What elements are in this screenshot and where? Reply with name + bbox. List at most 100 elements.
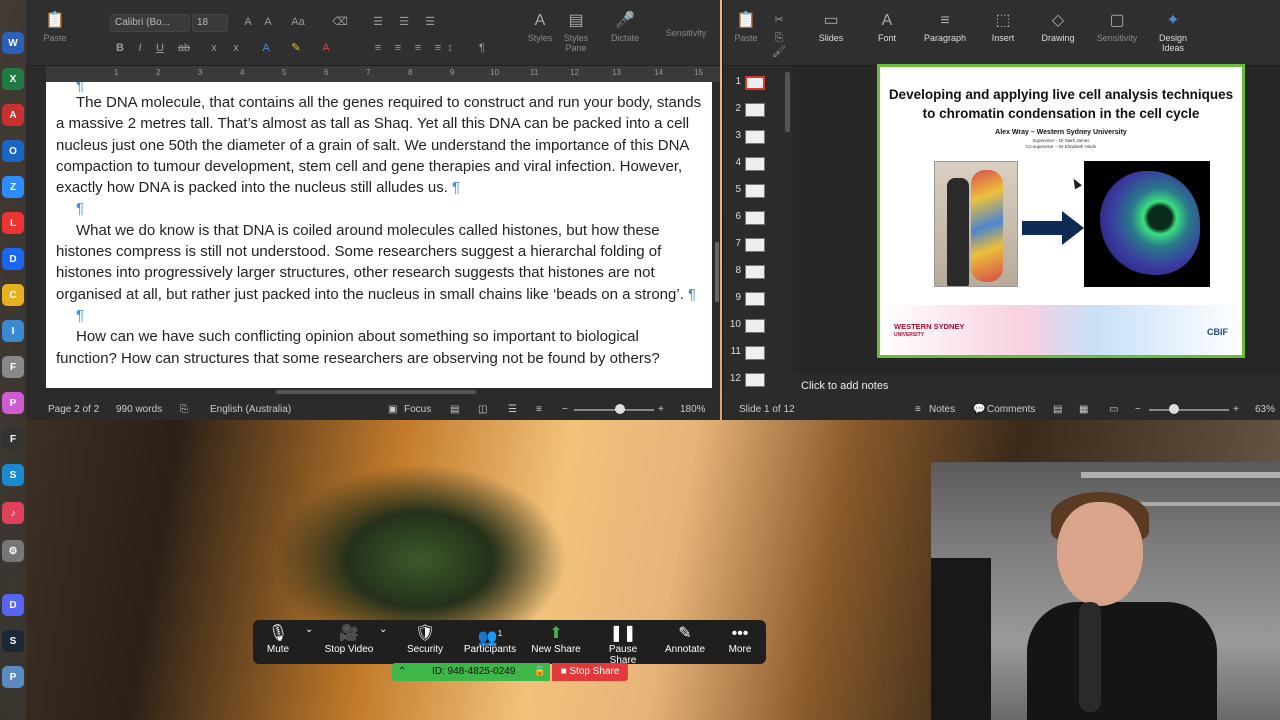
- comments-button[interactable]: Comments: [987, 404, 1035, 415]
- strikethrough-button[interactable]: ab: [176, 40, 192, 56]
- grow-font-button[interactable]: A: [240, 14, 256, 30]
- security-button[interactable]: 🛡 Security: [405, 624, 445, 655]
- font-button[interactable]: A Font: [869, 12, 905, 43]
- scroll-thumb[interactable]: [715, 242, 719, 302]
- more-button[interactable]: ••• More: [725, 624, 755, 655]
- insert-button[interactable]: ⬚ Insert: [985, 12, 1021, 43]
- text-effects-button[interactable]: A: [258, 40, 274, 56]
- styles-button[interactable]: A Styles: [524, 12, 556, 43]
- slide-thumbnail[interactable]: [745, 373, 765, 387]
- audio-options-chevron-icon[interactable]: ⌄: [305, 624, 313, 635]
- excel-dock-icon[interactable]: X: [2, 68, 24, 90]
- meeting-id[interactable]: ⌃ ID: 948-4825-0249 🔒: [392, 663, 550, 681]
- imagej-dock-icon[interactable]: I: [2, 320, 24, 342]
- align-left-button[interactable]: ≡: [370, 40, 386, 56]
- slide-thumbnail[interactable]: [745, 292, 765, 306]
- arrow-shape[interactable]: [1022, 221, 1064, 235]
- web-layout-icon[interactable]: ◫: [478, 404, 487, 415]
- final-cut-dock-icon[interactable]: F: [2, 428, 24, 450]
- numbering-button[interactable]: ☰: [396, 14, 412, 30]
- sort-button[interactable]: ↕: [442, 40, 458, 56]
- notes-button[interactable]: Notes: [929, 404, 955, 415]
- horizontal-ruler[interactable]: 1 2 3 4 5 6 7 8 9 10 11 12 13 14 15: [46, 66, 720, 82]
- discord-dock-icon[interactable]: D: [2, 594, 24, 616]
- notes-placeholder[interactable]: Click to add notes: [801, 380, 888, 392]
- zoom-out-icon[interactable]: −: [562, 404, 568, 415]
- zoom-in-icon[interactable]: +: [658, 404, 664, 415]
- slide-thumbnail[interactable]: [745, 184, 765, 198]
- slide-thumbnail[interactable]: [745, 265, 765, 279]
- slide-editor[interactable]: Developing and applying live cell analys…: [793, 64, 1280, 374]
- language[interactable]: English (Australia): [210, 404, 291, 415]
- slide-thumbnail[interactable]: [745, 157, 765, 171]
- bold-button[interactable]: B: [112, 40, 128, 56]
- paragraph-1[interactable]: The DNA molecule, that contains all the …: [56, 92, 702, 198]
- slide-supervisors[interactable]: Supervisor – Dr Mark James Co-supervisor…: [880, 138, 1242, 150]
- normal-view-icon[interactable]: ▤: [1053, 404, 1062, 415]
- proofing-icon[interactable]: ⎘: [180, 404, 188, 415]
- styles-pane-button[interactable]: ▤ Styles Pane: [560, 12, 592, 53]
- underline-button[interactable]: U: [152, 40, 168, 56]
- zoom-in-icon[interactable]: +: [1233, 404, 1239, 415]
- pause-share-button[interactable]: ❚❚ Pause Share: [595, 624, 651, 666]
- font-name-dropdown[interactable]: Calibri (Bo...: [110, 14, 190, 32]
- outlook-dock-icon[interactable]: O: [2, 140, 24, 162]
- paragraph-button[interactable]: ≡ Paragraph: [919, 12, 971, 43]
- chrome-dock-icon[interactable]: C: [2, 284, 24, 306]
- slide-thumbnail[interactable]: [745, 103, 765, 117]
- new-share-button[interactable]: ⬆ New Share: [531, 624, 581, 655]
- zoom-slider[interactable]: [574, 409, 654, 411]
- leica-dock-icon[interactable]: L: [2, 212, 24, 234]
- print-layout-icon[interactable]: ▤: [450, 404, 459, 415]
- focus-button[interactable]: Focus: [404, 404, 431, 415]
- slide-thumbnail[interactable]: [745, 76, 765, 90]
- nucleus-image[interactable]: [1084, 161, 1210, 287]
- clear-format-button[interactable]: ⌫: [332, 14, 348, 30]
- preview-dock-icon[interactable]: P: [2, 666, 24, 688]
- italic-button[interactable]: I: [132, 40, 148, 56]
- word-paste-button[interactable]: 📋 Paste: [40, 12, 70, 43]
- dna-model-photo[interactable]: [934, 161, 1018, 287]
- slide-thumbnails-pane[interactable]: 1 2 3 4 5 6 7 8 9 10 11 12: [723, 66, 793, 396]
- change-case-button[interactable]: Aa: [290, 14, 306, 30]
- page-count[interactable]: Page 2 of 2: [48, 404, 99, 415]
- stop-video-button[interactable]: 🎥 Stop Video: [323, 624, 375, 655]
- bullets-button[interactable]: ☰: [370, 14, 386, 30]
- paragraph-3[interactable]: How can we have such conflicting opinion…: [56, 326, 702, 369]
- outline-icon[interactable]: ☰: [508, 404, 517, 415]
- video-options-chevron-icon[interactable]: ⌄: [379, 624, 387, 635]
- notes-icon[interactable]: ≡: [915, 404, 921, 415]
- mute-button[interactable]: 🎙 Mute: [263, 624, 293, 655]
- slide-thumbnail[interactable]: [745, 346, 765, 360]
- sensitivity-button[interactable]: Sensitivity: [662, 28, 710, 38]
- current-slide[interactable]: Developing and applying live cell analys…: [877, 64, 1245, 358]
- zoom-slider-thumb[interactable]: [615, 404, 625, 414]
- format-painter-icon[interactable]: 🖌: [771, 44, 787, 60]
- annotate-button[interactable]: ✎ Annotate: [663, 624, 707, 655]
- word-count[interactable]: 990 words: [116, 404, 162, 415]
- sensitivity-button[interactable]: ▢ Sensitivity: [1093, 12, 1141, 43]
- align-right-button[interactable]: ≡: [410, 40, 426, 56]
- shrink-font-button[interactable]: A: [260, 14, 276, 30]
- participants-button[interactable]: 👥1 Participants: [463, 624, 517, 655]
- zoom-slider[interactable]: [1149, 409, 1229, 411]
- zoom-slider-thumb[interactable]: [1169, 404, 1179, 414]
- slide-title[interactable]: Developing and applying live cell analys…: [880, 85, 1242, 123]
- system-prefs-dock-icon[interactable]: ⚙: [2, 540, 24, 562]
- document-page[interactable]: ¶ The DNA molecule, that contains all th…: [46, 82, 712, 388]
- zoom-out-icon[interactable]: −: [1135, 404, 1141, 415]
- drawing-button[interactable]: ◇ Drawing: [1037, 12, 1079, 43]
- show-marks-button[interactable]: ¶: [474, 40, 490, 56]
- word-dock-icon[interactable]: W: [2, 32, 24, 54]
- slides-button[interactable]: ▭ Slides: [811, 12, 851, 43]
- zoom-dock-icon[interactable]: Z: [2, 176, 24, 198]
- music-dock-icon[interactable]: ♪: [2, 502, 24, 524]
- dropbox-dock-icon[interactable]: D: [2, 248, 24, 270]
- slide-author[interactable]: Alex Wray – Western Sydney University: [880, 129, 1242, 136]
- acrobat-dock-icon[interactable]: A: [2, 104, 24, 126]
- slide-sorter-icon[interactable]: ▦: [1079, 404, 1088, 415]
- focus-icon[interactable]: ▣: [388, 404, 397, 415]
- dictate-button[interactable]: 🎤 Dictate: [608, 12, 642, 43]
- photos-dock-icon[interactable]: P: [2, 392, 24, 414]
- align-center-button[interactable]: ≡: [390, 40, 406, 56]
